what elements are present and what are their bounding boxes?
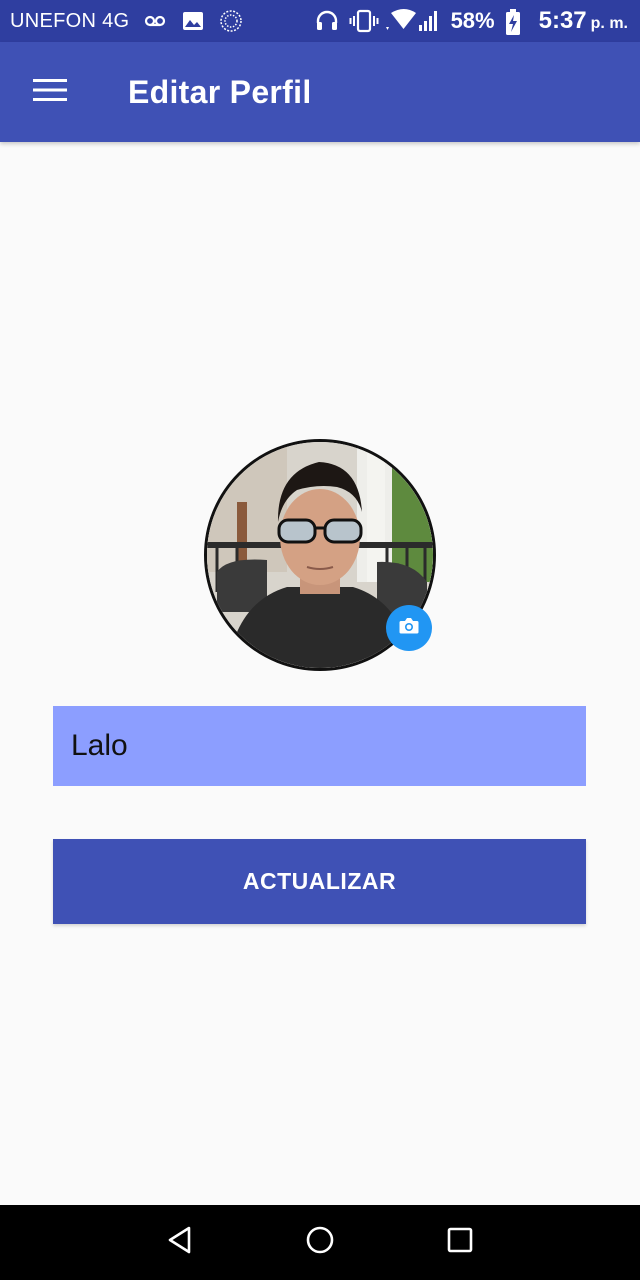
signal-icon xyxy=(417,9,441,33)
voicemail-icon xyxy=(143,9,167,33)
back-button[interactable] xyxy=(156,1219,204,1267)
hamburger-menu-icon xyxy=(33,78,67,107)
update-button[interactable]: ACTUALIZAR xyxy=(53,839,586,924)
gallery-icon xyxy=(181,9,205,33)
home-icon xyxy=(305,1225,335,1260)
vibrate-icon xyxy=(349,9,379,33)
recents-icon xyxy=(447,1227,473,1258)
carrier-label: UNEFON 4G xyxy=(10,9,130,32)
change-photo-button[interactable] xyxy=(386,605,432,651)
status-bar: UNEFON 4G 58% 5:37 p. m. xyxy=(0,0,640,42)
name-field-container xyxy=(53,706,586,786)
home-button[interactable] xyxy=(296,1219,344,1267)
navigation-bar xyxy=(0,1205,640,1280)
menu-button[interactable] xyxy=(24,66,76,118)
app-bar: Editar Perfil xyxy=(0,42,640,142)
status-left: UNEFON 4G xyxy=(0,9,243,33)
recents-button[interactable] xyxy=(436,1219,484,1267)
profile-photo-container xyxy=(204,439,436,671)
battery-percent: 58% xyxy=(450,8,495,33)
back-icon xyxy=(167,1226,193,1259)
battery-charging-icon xyxy=(505,9,529,35)
clock-time: 5:37 xyxy=(538,7,587,34)
clock: 5:37 p. m. xyxy=(539,7,628,35)
clock-suffix: p. m. xyxy=(590,15,628,32)
sync-icon xyxy=(219,9,243,33)
name-input[interactable] xyxy=(71,729,586,763)
page-title: Editar Perfil xyxy=(128,73,312,110)
camera-icon xyxy=(397,614,421,643)
wifi-icon xyxy=(383,9,416,33)
status-right: 58% 5:37 p. m. xyxy=(315,7,640,35)
headphones-icon xyxy=(315,9,339,33)
